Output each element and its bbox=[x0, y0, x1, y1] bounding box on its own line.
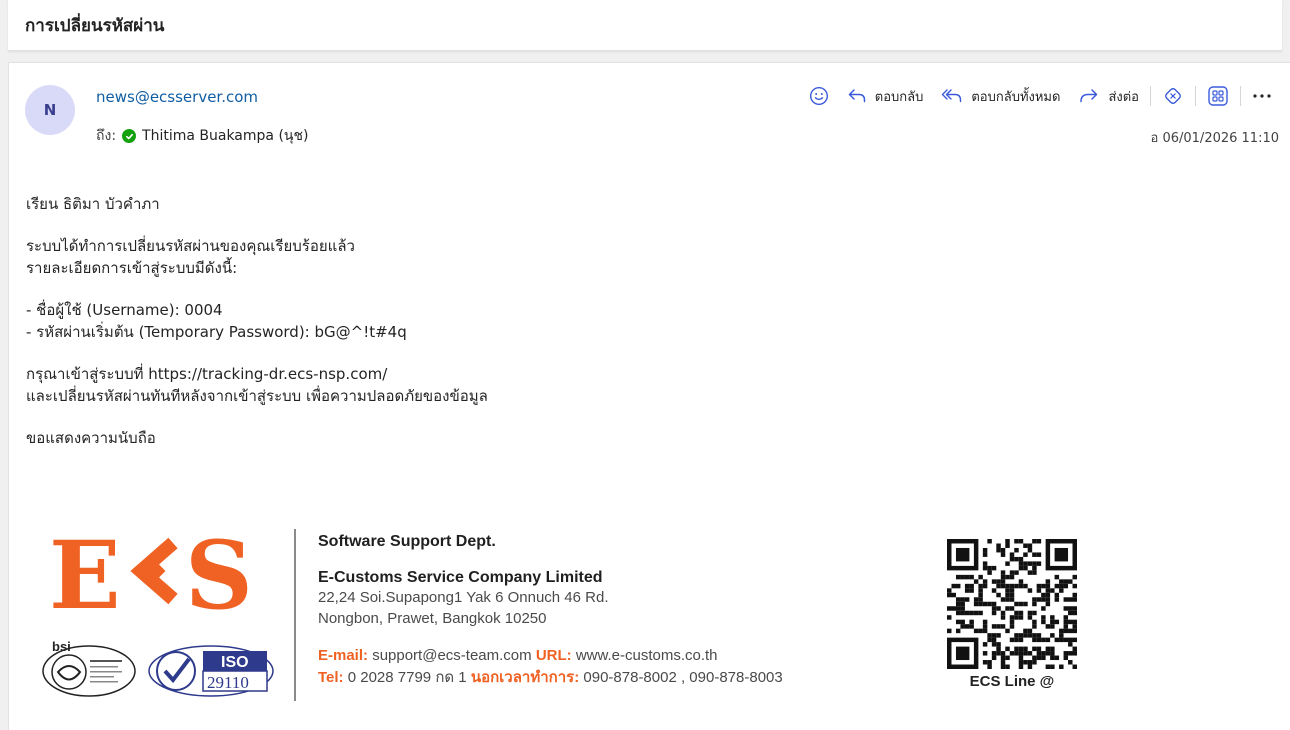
signature-info: Software Support Dept. E-Customs Service… bbox=[318, 533, 783, 689]
login-line: กรุณาเข้าสู่ระบบที่ https://tracking-dr.… bbox=[26, 365, 388, 383]
phone-number: 0 2028 7799 กด 1 bbox=[347, 669, 467, 686]
password-line: - รหัสผ่านเริ่มต้น (Temporary Password):… bbox=[26, 323, 407, 341]
to-label: ถึง: bbox=[96, 128, 117, 144]
immersive-reader-button[interactable] bbox=[1153, 83, 1193, 109]
toolbar-divider bbox=[1240, 86, 1241, 106]
message-body: เรียน ธิติมา บัวคำภา ระบบได้ทำการเปลี่ยน… bbox=[26, 193, 488, 449]
tel-label: Tel: bbox=[318, 669, 344, 686]
logo-letter-s: S bbox=[185, 521, 253, 631]
presence-available-icon bbox=[122, 129, 137, 143]
signature-address-line: Nongbon, Prawet, Bangkok 10250 bbox=[318, 610, 547, 627]
reply-button[interactable]: ตอบกลับ bbox=[838, 83, 933, 109]
body-line: รายละเอียดการเข้าสู่ระบบมีดังนี้: bbox=[26, 259, 238, 277]
toolbar-divider bbox=[1150, 86, 1151, 106]
support-email[interactable]: support@ecs-team.com bbox=[372, 647, 531, 664]
logo-diamond-c bbox=[130, 537, 178, 605]
signature-department: Software Support Dept. bbox=[318, 533, 496, 550]
smiley-icon bbox=[809, 86, 829, 106]
toolbar-divider bbox=[1195, 86, 1196, 106]
message-timestamp: อ 06/01/2026 11:10 bbox=[1150, 131, 1279, 146]
email-signature: E S bsi ISO 29110 Software Support Dept.… bbox=[35, 521, 1115, 705]
reply-all-label: ตอบกลับทั้งหมด bbox=[971, 89, 1061, 105]
qr-code-icon bbox=[947, 539, 1077, 669]
qr-label: ECS Line @ bbox=[969, 673, 1055, 690]
signature-address-line: 22,24 Soi.Supapong1 Yak 6 Onnuch 46 Rd. bbox=[318, 589, 609, 606]
body-line: และเปลี่ยนรหัสผ่านทันทีหลังจากเข้าสู่ระบ… bbox=[26, 387, 488, 405]
signature-divider bbox=[294, 529, 296, 701]
apps-button[interactable] bbox=[1198, 83, 1238, 109]
body-line: ระบบได้ทำการเปลี่ยนรหัสผ่านของคุณเรียบร้… bbox=[26, 237, 355, 255]
username-line: - ชื่อผู้ใช้ (Username): 0004 bbox=[26, 301, 223, 319]
forward-button[interactable]: ส่งต่อ bbox=[1069, 83, 1148, 109]
apps-icon bbox=[1207, 85, 1229, 107]
reply-all-button[interactable]: ตอบกลับทั้งหมด bbox=[932, 83, 1069, 109]
certification-badges: bsi ISO 29110 bbox=[42, 639, 274, 697]
react-button[interactable] bbox=[800, 83, 838, 109]
closing-text: ขอแสดงความนับถือ bbox=[26, 429, 156, 447]
message-actions-toolbar: ตอบกลับ ตอบกลับทั้งหมด ส่งต่อ bbox=[800, 83, 1281, 109]
recipient-name[interactable]: Thitima Buakampa (นุช) bbox=[142, 125, 308, 147]
line-qr-block: ECS Line @ bbox=[947, 539, 1077, 699]
reply-icon bbox=[847, 87, 867, 105]
message-card: N news@ecsserver.com ถึง: Thitima Buakam… bbox=[8, 62, 1290, 730]
bsi-label: bsi bbox=[52, 639, 71, 654]
url-label: URL: bbox=[535, 647, 572, 664]
forward-icon bbox=[1078, 87, 1100, 105]
email-label: E-mail: bbox=[318, 647, 369, 664]
signature-company: E-Customs Service Company Limited bbox=[318, 569, 603, 586]
iso-label: ISO bbox=[221, 654, 249, 671]
iso-number: 29110 bbox=[207, 673, 249, 692]
logo-letter-e: E bbox=[49, 521, 121, 631]
ecs-logo: E S bbox=[49, 521, 279, 631]
more-actions-button[interactable] bbox=[1243, 83, 1281, 109]
immersive-reader-icon bbox=[1162, 85, 1184, 107]
more-icon bbox=[1252, 93, 1272, 99]
reply-label: ตอบกลับ bbox=[874, 89, 924, 105]
website-url[interactable]: www.e-customs.co.th bbox=[576, 647, 718, 664]
email-subject: การเปลี่ยนรหัสผ่าน bbox=[25, 16, 165, 36]
signature-contact: E-mail: support@ecs-team.com URL: www.e-… bbox=[318, 645, 783, 689]
reply-all-icon bbox=[941, 87, 963, 105]
after-hours-label: นอกเวลาทำการ: bbox=[470, 669, 580, 686]
forward-label: ส่งต่อ bbox=[1108, 89, 1139, 105]
sender-address[interactable]: news@ecsserver.com bbox=[96, 88, 258, 106]
subject-bar: การเปลี่ยนรหัสผ่าน bbox=[8, 0, 1282, 51]
greeting-text: เรียน ธิติมา บัวคำภา bbox=[26, 195, 160, 213]
after-hours-numbers: 090-878-8002 , 090-878-8003 bbox=[583, 669, 783, 686]
sender-avatar[interactable]: N bbox=[25, 85, 75, 135]
recipient-line: ถึง: Thitima Buakampa (นุช) bbox=[96, 125, 308, 147]
